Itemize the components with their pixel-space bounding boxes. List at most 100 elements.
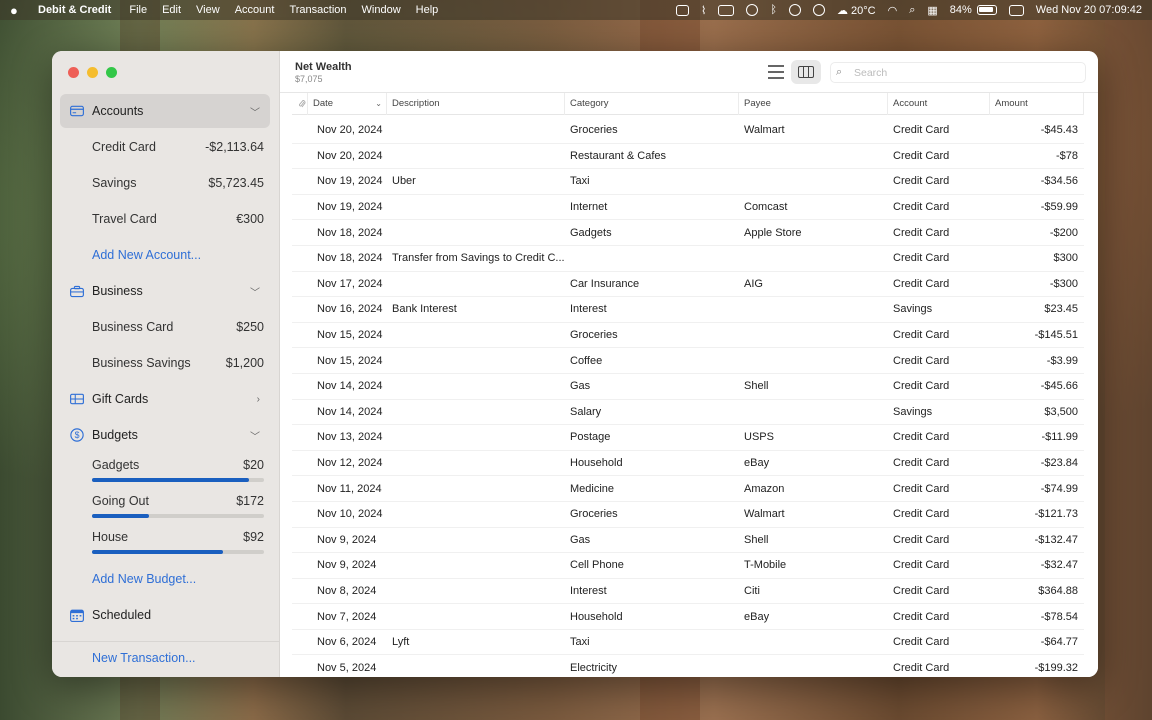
sidebar-item-business-card[interactable]: Business Card $250 [92, 320, 264, 334]
time-machine-icon[interactable] [788, 4, 801, 16]
sidebar-item-business-savings[interactable]: Business Savings $1,200 [92, 356, 264, 370]
attachment-column-header[interactable] [292, 92, 308, 115]
date-cell: Nov 9, 2024 [317, 533, 377, 546]
sidebar-section-business[interactable]: Business ﹀ [60, 274, 270, 308]
table-row[interactable]: Nov 18, 2024 Transfer from Savings to Cre… [292, 246, 1084, 272]
menu-view[interactable]: View [196, 4, 220, 16]
sidebar-item-savings[interactable]: Savings $5,723.45 [92, 176, 264, 190]
chevron-down-icon[interactable]: ﹀ [250, 428, 260, 443]
amount-cell: -$78 [1055, 149, 1078, 162]
table-row[interactable]: Nov 8, 2024 Interest Citi Credit Card $364.8… [292, 579, 1084, 605]
date-cell: Nov 9, 2024 [317, 559, 377, 572]
menu-window[interactable]: Window [362, 4, 401, 16]
new-transaction-link[interactable]: New Transaction... [92, 651, 196, 665]
account-cell: Credit Card [893, 149, 950, 162]
chevron-right-icon[interactable]: › [257, 394, 260, 405]
table-row[interactable]: Nov 14, 2024 Gas Shell Credit Card -$45.66 [292, 374, 1084, 400]
calendar-app-icon[interactable] [675, 4, 689, 16]
table-row[interactable]: Nov 7, 2024 Household eBay Credit Card -$78.… [292, 604, 1084, 630]
table-row[interactable]: Nov 11, 2024 Medicine Amazon Credit Card -$7… [292, 476, 1084, 502]
keyboard-icon[interactable] [718, 4, 735, 16]
table-row[interactable]: Nov 6, 2024 Lyft Taxi Credit Card -$64.77 [292, 630, 1084, 656]
weather-widget[interactable]: ☁ 20°C [837, 4, 876, 17]
account-cell: Credit Card [893, 329, 950, 342]
menu-file[interactable]: File [129, 4, 147, 16]
account-cell: Credit Card [893, 661, 950, 674]
table-row[interactable]: Nov 13, 2024 Postage USPS Credit Card -$11.9… [292, 425, 1084, 451]
date-cell: Nov 8, 2024 [317, 584, 377, 597]
table-row[interactable]: Nov 17, 2024 Car Insurance AIG Credit Card -… [292, 272, 1084, 298]
sidebar-section-budgets[interactable]: $ Budgets ﹀ [60, 418, 270, 452]
amount-cell: -$200 [1049, 226, 1078, 239]
zoom-button[interactable] [106, 67, 117, 78]
table-row[interactable]: Nov 9, 2024 Gas Shell Credit Card -$132.47 [292, 528, 1084, 554]
sidebar-section-scheduled[interactable]: Scheduled [60, 598, 270, 632]
menu-bar: ● Debit & Credit File Edit View Account … [0, 0, 1152, 20]
list-view-button[interactable] [764, 63, 784, 81]
svg-text:$: $ [75, 430, 80, 440]
wifi-icon[interactable]: ◠ [888, 4, 898, 17]
amount-cell: -$132.47 [1034, 533, 1078, 546]
description-column-header[interactable]: Description [387, 92, 565, 115]
budget-item-house[interactable]: House $92 [92, 530, 264, 554]
account-balance: $250 [236, 320, 264, 334]
add-budget-link[interactable]: Add New Budget... [92, 572, 196, 586]
table-row[interactable]: Nov 10, 2024 Groceries Walmart Credit Card -… [292, 502, 1084, 528]
table-row[interactable]: Nov 19, 2024 Internet Comcast Credit Card -$… [292, 195, 1084, 221]
date-column-header[interactable]: Date ⌄ [308, 92, 387, 115]
chevron-down-icon[interactable]: ﹀ [250, 104, 260, 119]
one-password-icon[interactable] [746, 4, 759, 16]
table-row[interactable]: Nov 18, 2024 Gadgets Apple Store Credit Car… [292, 220, 1084, 246]
menu-edit[interactable]: Edit [162, 4, 181, 16]
table-row[interactable]: Nov 19, 2024 Uber Taxi Credit Card -$34.56 [292, 169, 1084, 195]
account-column-header[interactable]: Account [888, 92, 990, 115]
menu-account[interactable]: Account [235, 4, 275, 16]
table-row[interactable]: Nov 20, 2024 Groceries Walmart Credit Card -… [292, 118, 1084, 144]
category-cell: Gas [570, 380, 591, 393]
budget-item-going-out[interactable]: Going Out $172 [92, 494, 264, 518]
budget-item-gadgets[interactable]: Gadgets $20 [92, 458, 264, 482]
amount-cell: -$59.99 [1040, 201, 1078, 214]
bluetooth-icon[interactable]: ᛒ [770, 4, 777, 16]
table-row[interactable]: Nov 16, 2024 Bank Interest Interest Savings… [292, 297, 1084, 323]
amount-cell: $3,500 [1044, 405, 1078, 418]
payee-column-header[interactable]: Payee [739, 92, 888, 115]
flag-icon[interactable]: ▦ [927, 4, 937, 17]
sidebar-section-gift-cards[interactable]: Gift Cards › [60, 382, 270, 416]
chevron-down-icon[interactable]: ﹀ [250, 284, 260, 299]
category-cell: Gadgets [570, 226, 612, 239]
amount-cell: $23.45 [1044, 303, 1078, 316]
apple-icon[interactable]: ● [10, 3, 24, 18]
close-button[interactable] [68, 67, 79, 78]
amount-column-header[interactable]: Amount [990, 92, 1084, 115]
table-row[interactable]: Nov 5, 2024 Electricity Credit Card -$199.3… [292, 655, 1084, 677]
budget-progress-fill [92, 550, 223, 554]
minimize-button[interactable] [87, 67, 98, 78]
user-icon[interactable] [812, 4, 825, 16]
menu-app-name[interactable]: Debit & Credit [38, 4, 111, 16]
table-row[interactable]: Nov 15, 2024 Groceries Credit Card -$145.51 [292, 323, 1084, 349]
battery-icon[interactable] [976, 5, 997, 15]
payee-cell: eBay [744, 457, 770, 470]
table-row[interactable]: Nov 15, 2024 Coffee Credit Card -$3.99 [292, 348, 1084, 374]
search-input[interactable] [854, 66, 1074, 79]
category-column-header[interactable]: Category [565, 92, 739, 115]
sidebar-item-travel-card[interactable]: Travel Card €300 [92, 212, 264, 226]
search-icon[interactable]: ⌕ [909, 4, 915, 17]
menu-help[interactable]: Help [416, 4, 439, 16]
search-field[interactable]: ⌕ [830, 62, 1086, 83]
table-row[interactable]: Nov 12, 2024 Household eBay Credit Card -$23… [292, 451, 1084, 477]
table-row[interactable]: Nov 14, 2024 Salary Savings $3,500 [292, 400, 1084, 426]
menu-transaction[interactable]: Transaction [289, 4, 346, 16]
sidebar-item-credit-card[interactable]: Credit Card -$2,113.64 [92, 140, 264, 154]
sidebar-section-accounts[interactable]: Accounts ﹀ [60, 94, 270, 128]
account-name: Credit Card [92, 140, 156, 154]
paperclip-icon[interactable]: ⌇ [701, 4, 706, 17]
clock[interactable]: Wed Nov 20 07:09:42 [1036, 4, 1142, 16]
control-center-icon[interactable] [1008, 4, 1024, 16]
account-balance: $5,723.45 [208, 176, 264, 190]
column-view-button[interactable] [791, 60, 821, 84]
add-account-link[interactable]: Add New Account... [92, 248, 201, 262]
table-row[interactable]: Nov 9, 2024 Cell Phone T-Mobile Credit Card… [292, 553, 1084, 579]
table-row[interactable]: Nov 20, 2024 Restaurant & Cafes Credit Car… [292, 144, 1084, 170]
